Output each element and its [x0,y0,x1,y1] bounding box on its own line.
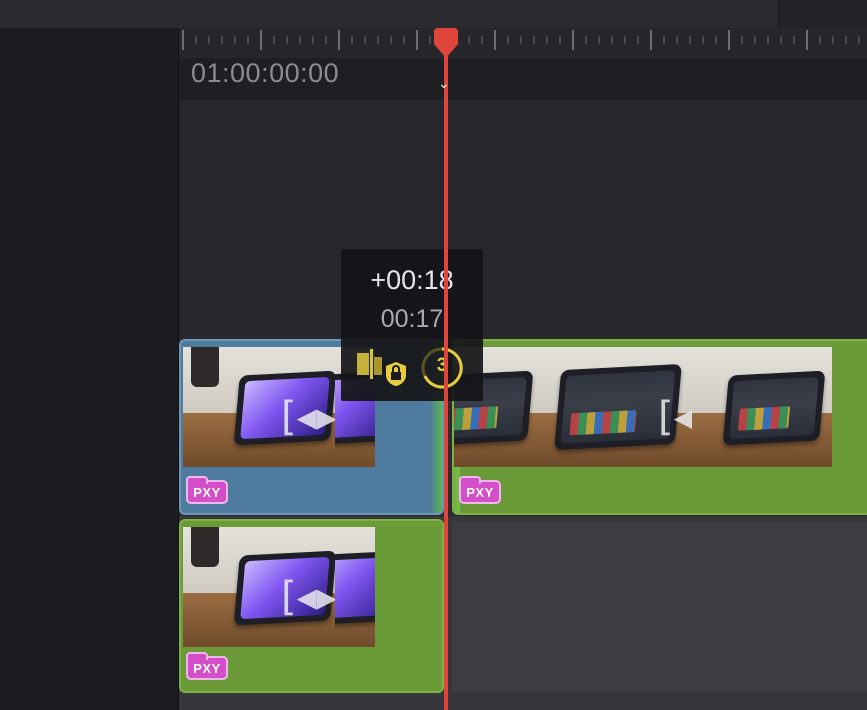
top-toolbar [0,0,867,29]
trim-offset: +00:18 [370,265,454,295]
timeline-clip[interactable]: [◂▸] PXY [452,339,867,515]
proxy-badge: PXY [459,476,501,504]
transition-bracket-icon: [◂▸] [658,394,692,440]
ruler-ticks [182,30,860,50]
toolbar-right-panel [778,0,867,28]
ruler-start-timecode: 01:00:00:00 [191,58,340,88]
playhead-caret-icon: ⌄ [438,76,450,92]
proxy-badge: PXY [186,476,228,504]
transition-bracket-icon: [◂▸] [281,394,335,440]
empty-track-gap[interactable] [452,522,867,692]
timeline-clip[interactable]: [◂▸] PXY [179,519,444,693]
lock-icon [386,362,406,386]
clip-thumbnails: [◂▸] [183,527,375,647]
trim-counter-value: 3 [436,355,448,376]
proxy-badge: PXY [186,652,228,680]
trim-edit-icon [357,349,382,379]
clip-thumbnail [335,527,375,647]
clip-thumbnails: [◂▸] [454,347,832,467]
clip-thumbnail: [◂▸] [183,527,335,647]
playhead-marker-icon[interactable] [430,28,462,62]
clip-thumbnail: [◂▸] [540,347,692,467]
transition-bracket-icon: [◂▸] [281,574,335,620]
clip-thumbnail: [◂▸] [183,347,335,467]
clip-thumbnail [692,347,832,467]
empty-track-area[interactable] [179,100,867,338]
track-header-column [0,28,179,710]
trim-duration: 00:17 [380,305,444,333]
timeline-ruler[interactable] [179,28,867,58]
playhead-line[interactable] [444,40,448,710]
